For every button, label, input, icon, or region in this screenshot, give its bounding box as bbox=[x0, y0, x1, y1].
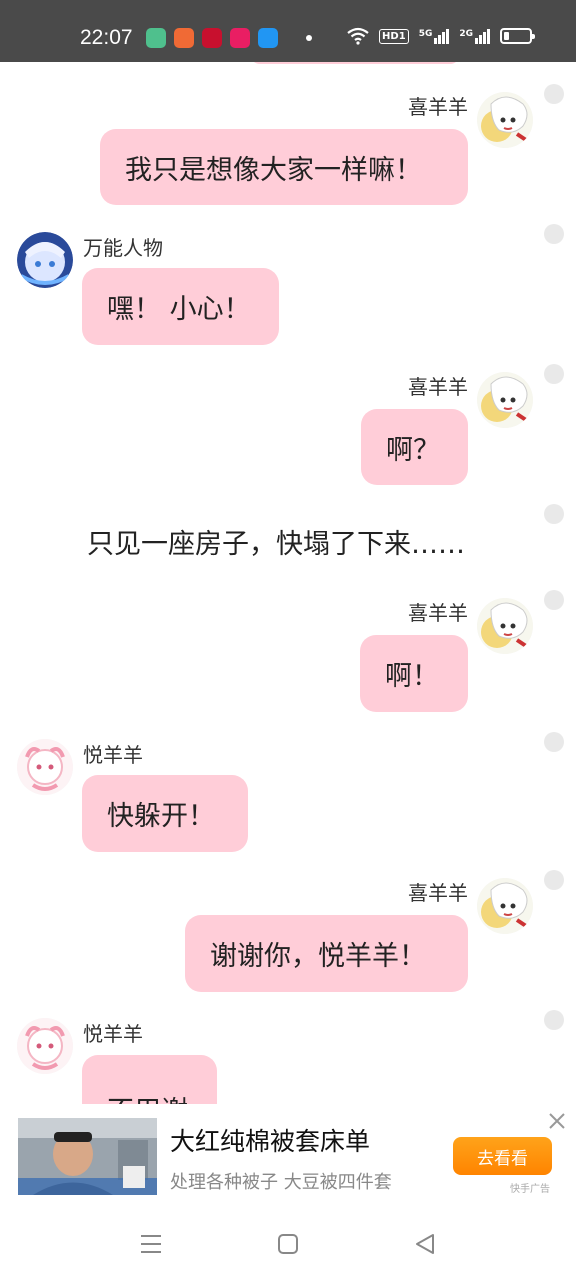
yueyangyang-avatar[interactable] bbox=[17, 1018, 73, 1074]
notification-icons bbox=[146, 28, 312, 48]
app-notification-icon bbox=[202, 28, 222, 48]
message-bubble[interactable]: 快躲开！ bbox=[82, 775, 248, 852]
xiyangyang-avatar[interactable] bbox=[477, 92, 533, 148]
xiyangyang-avatar[interactable] bbox=[477, 598, 533, 654]
previous-message-bubble bbox=[250, 62, 460, 64]
navigation-bar bbox=[0, 1204, 576, 1280]
message-menu-dot[interactable] bbox=[544, 870, 564, 890]
message-bubble[interactable]: 嘿！ 小心！ bbox=[82, 268, 279, 345]
message-bubble[interactable]: 不用谢 bbox=[82, 1055, 217, 1104]
app-notification-icon bbox=[174, 28, 194, 48]
message-menu-dot[interactable] bbox=[544, 1010, 564, 1030]
more-notifications-dot-icon bbox=[306, 35, 312, 41]
wanneng-avatar[interactable] bbox=[17, 232, 73, 288]
message-bubble[interactable]: 我只是想像大家一样嘛！ bbox=[100, 129, 468, 205]
app-notification-icon bbox=[258, 28, 278, 48]
status-bar: 22:07 HD1 5G 2G bbox=[0, 0, 576, 62]
hd-icon: HD1 bbox=[379, 28, 409, 44]
message-menu-dot[interactable] bbox=[544, 732, 564, 752]
system-icons: HD1 5G 2G bbox=[347, 27, 535, 45]
signal-5g-icon: 5G bbox=[419, 28, 450, 44]
message-menu-dot[interactable] bbox=[544, 590, 564, 610]
signal-2g-icon: 2G bbox=[459, 28, 490, 44]
sender-name: 喜羊羊 bbox=[408, 601, 468, 625]
chat-area[interactable]: 喜羊羊 我只是想像大家一样嘛！ 万能人物 嘿！ 小心！ 喜羊羊 啊？ 只见一座房… bbox=[0, 62, 576, 1104]
message-bubble[interactable]: 啊！ bbox=[360, 635, 468, 712]
back-icon[interactable] bbox=[413, 1232, 439, 1258]
xiyangyang-avatar[interactable] bbox=[477, 878, 533, 934]
app-notification-icon bbox=[146, 28, 166, 48]
menu-icon[interactable] bbox=[139, 1232, 165, 1258]
message-menu-dot[interactable] bbox=[544, 364, 564, 384]
message-menu-dot[interactable] bbox=[544, 224, 564, 244]
ad-subtitle: 处理各种被子 大豆被四件套 bbox=[170, 1172, 392, 1193]
sender-name: 万能人物 bbox=[83, 236, 163, 260]
ad-cta-button[interactable]: 去看看 bbox=[453, 1137, 552, 1175]
sender-name: 喜羊羊 bbox=[408, 881, 468, 905]
message-menu-dot[interactable] bbox=[544, 84, 564, 104]
ad-source-tag: 快手广告 bbox=[510, 1184, 550, 1195]
narration-text: 只见一座房子，快塌了下来…… bbox=[87, 529, 465, 560]
app-notification-icon bbox=[230, 28, 250, 48]
battery-icon bbox=[500, 28, 535, 44]
sender-name: 悦羊羊 bbox=[83, 743, 143, 767]
ad-title[interactable]: 大红纯棉被套床单 bbox=[170, 1122, 370, 1158]
ad-thumbnail-image[interactable] bbox=[18, 1118, 157, 1195]
ad-banner[interactable]: 大红纯棉被套床单 处理各种被子 大豆被四件套 去看看 快手广告 bbox=[0, 1104, 576, 1204]
sender-name: 悦羊羊 bbox=[83, 1022, 143, 1046]
close-icon[interactable] bbox=[546, 1112, 568, 1134]
status-time: 22:07 bbox=[80, 26, 133, 49]
wifi-icon bbox=[347, 27, 369, 45]
xiyangyang-avatar[interactable] bbox=[477, 372, 533, 428]
home-icon[interactable] bbox=[276, 1232, 302, 1258]
yueyangyang-avatar[interactable] bbox=[17, 739, 73, 795]
sender-name: 喜羊羊 bbox=[408, 375, 468, 399]
sender-name: 喜羊羊 bbox=[408, 95, 468, 119]
message-menu-dot[interactable] bbox=[544, 504, 564, 524]
message-bubble[interactable]: 谢谢你，悦羊羊！ bbox=[185, 915, 468, 992]
message-bubble[interactable]: 啊？ bbox=[361, 409, 468, 485]
